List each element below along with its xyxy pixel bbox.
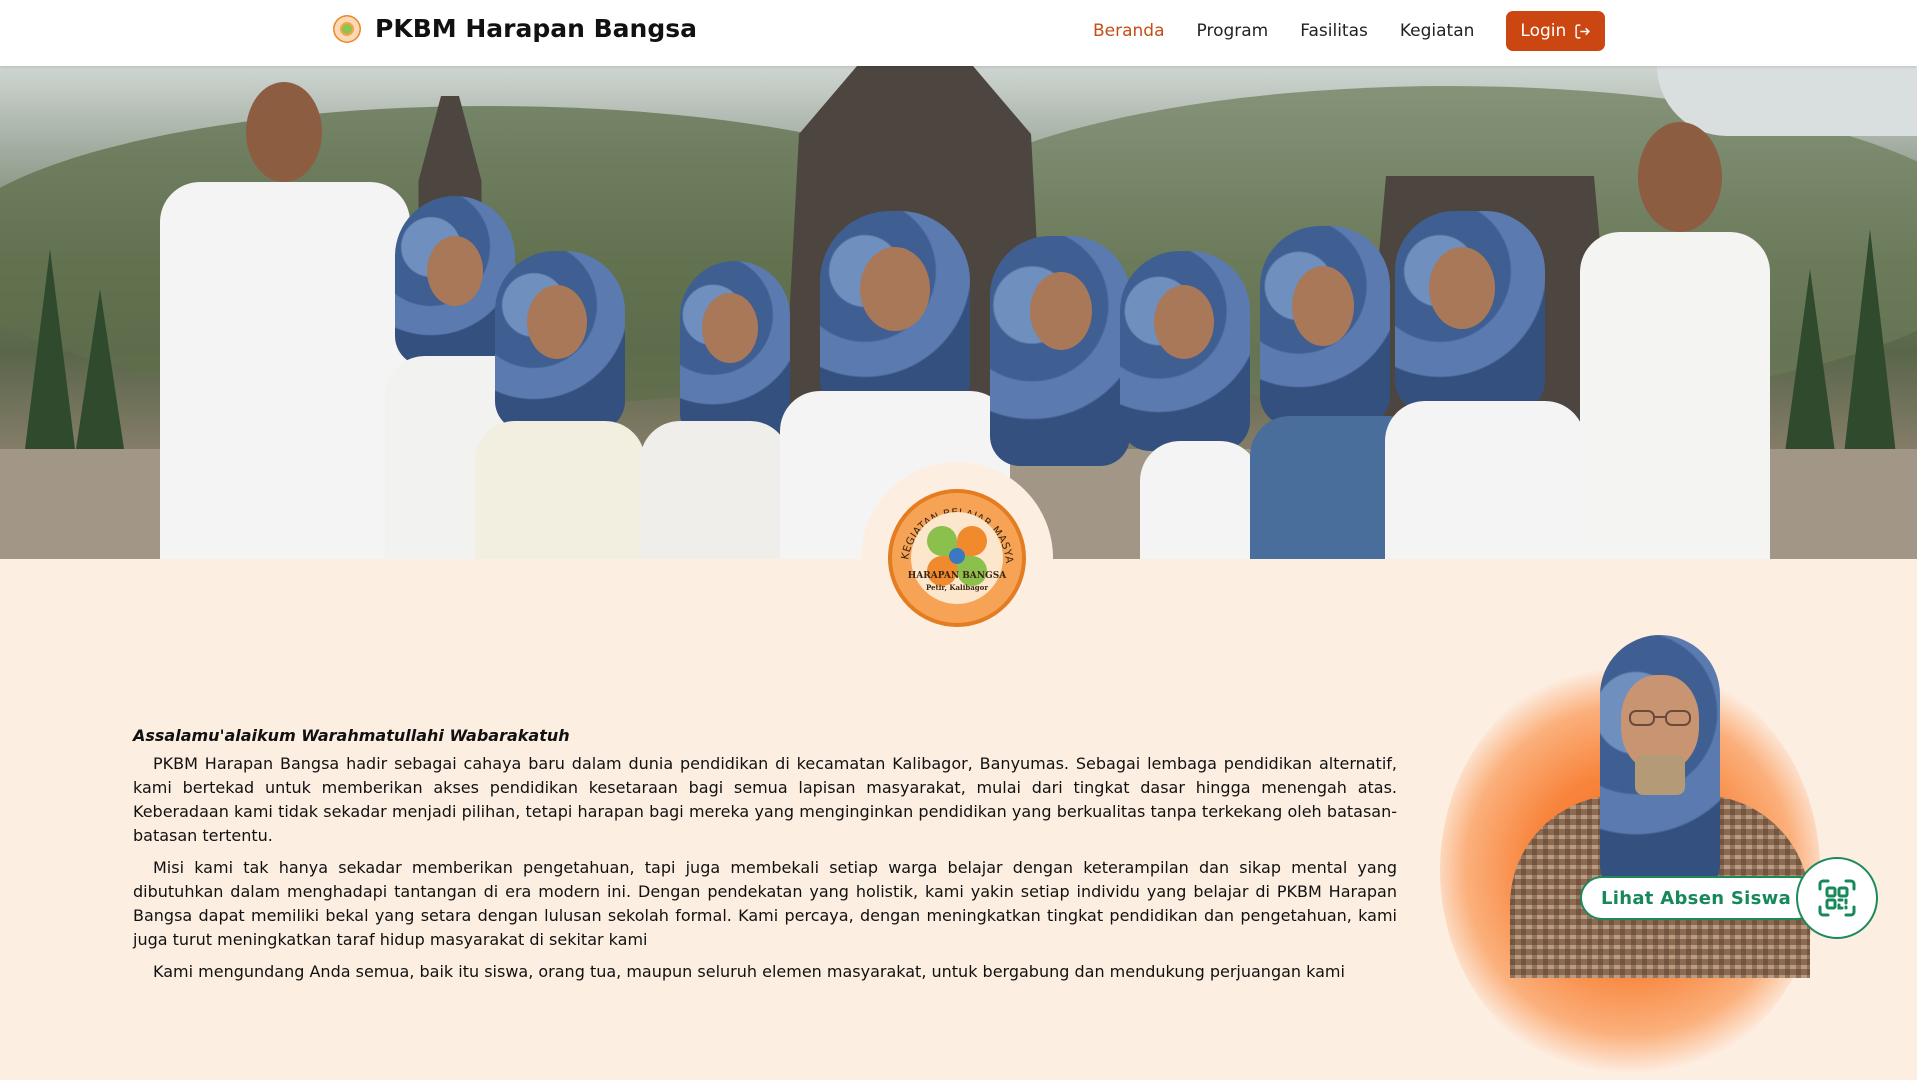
person [1120, 251, 1260, 559]
nav-item-beranda[interactable]: Beranda [1093, 11, 1165, 51]
logo-name: HARAPAN BANGSA [907, 571, 1007, 581]
principal-scarf [1635, 755, 1685, 795]
person [1385, 211, 1585, 559]
logo-ring: PUSAT KEGIATAN BELAJAR MASYARAKAT HARAPA… [888, 489, 1026, 627]
pkbm-logo: PUSAT KEGIATAN BELAJAR MASYARAKAT HARAPA… [861, 462, 1053, 654]
welcome-paragraph: Kami mengundang Anda semua, baik itu sis… [153, 962, 1345, 981]
person [640, 261, 790, 559]
brand-name: PKBM Harapan Bangsa [375, 14, 697, 43]
greeting: Assalamu'alaikum Warahmatullahi Wabaraka… [133, 726, 570, 745]
nav-item-kegiatan[interactable]: Kegiatan [1400, 11, 1475, 51]
glasses-icon [1629, 710, 1691, 726]
person [1580, 122, 1770, 559]
nav-item-program[interactable]: Program [1197, 11, 1269, 51]
welcome-section: Assalamu'alaikum Warahmatullahi Wabaraka… [133, 724, 1397, 992]
nav-item-fasilitas[interactable]: Fasilitas [1300, 11, 1368, 51]
qr-scan-icon [1818, 879, 1856, 917]
person [160, 82, 410, 559]
main-nav: Beranda Program Fasilitas Kegiatan Login [1093, 11, 1606, 51]
principal-photo [1500, 635, 1820, 978]
sign-in-icon [1575, 23, 1591, 39]
brand-logo-icon [333, 14, 361, 43]
logo-location: Petir, Kalibagor [925, 583, 989, 592]
welcome-paragraph: PKBM Harapan Bangsa hadir sebagai cahaya… [133, 754, 1397, 845]
absen-label: Lihat Absen Siswa [1601, 887, 1792, 909]
login-button[interactable]: Login [1506, 11, 1606, 51]
qr-scan-button[interactable] [1796, 857, 1878, 939]
login-label: Login [1520, 21, 1567, 41]
navbar: PKBM Harapan Bangsa Beranda Program Fasi… [0, 0, 1917, 66]
brand[interactable]: PKBM Harapan Bangsa [333, 14, 697, 43]
welcome-paragraph: Misi kami tak hanya sekadar memberikan p… [133, 858, 1397, 949]
person [475, 251, 645, 559]
lihat-absen-button[interactable]: Lihat Absen Siswa [1580, 876, 1820, 920]
